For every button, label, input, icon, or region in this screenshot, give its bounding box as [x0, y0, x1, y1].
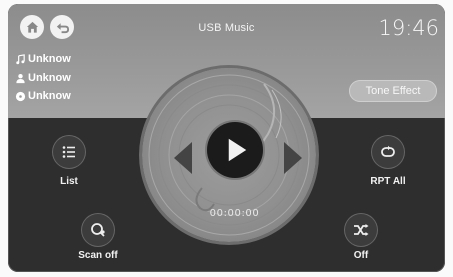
song-info: Unknow [14, 53, 71, 65]
next-track-button[interactable] [284, 142, 302, 174]
artist-name: Unknow [28, 72, 71, 84]
shuffle-button[interactable] [345, 214, 377, 246]
album-name: Unknow [28, 90, 71, 102]
repeat-button[interactable] [372, 136, 404, 168]
list-button[interactable] [53, 136, 85, 168]
tone-effect-button[interactable]: Tone Effect [349, 80, 437, 102]
artist-info: Unknow [14, 72, 71, 84]
music-player-screen: USB Music 19:46 Unknow Unknow Unknow Ton… [8, 4, 445, 272]
repeat-icon [381, 145, 395, 157]
person-icon [14, 72, 26, 84]
shuffle-icon [354, 224, 369, 236]
play-button[interactable] [207, 122, 263, 178]
repeat-label: RPT All [370, 176, 406, 187]
list-label: List [60, 176, 78, 187]
shuffle-label: Off [353, 250, 369, 261]
clock: 19:46 [378, 16, 439, 40]
scan-icon [91, 223, 105, 237]
previous-track-button[interactable] [174, 142, 192, 174]
disc-icon [14, 90, 26, 102]
album-info: Unknow [14, 90, 71, 102]
music-note-icon [14, 53, 26, 65]
scan-button[interactable] [82, 214, 114, 246]
list-icon [62, 146, 75, 158]
song-name: Unknow [28, 53, 71, 65]
scan-label: Scan off [78, 250, 118, 261]
play-icon [228, 138, 247, 162]
elapsed-time: 00:00:00 [209, 208, 260, 219]
